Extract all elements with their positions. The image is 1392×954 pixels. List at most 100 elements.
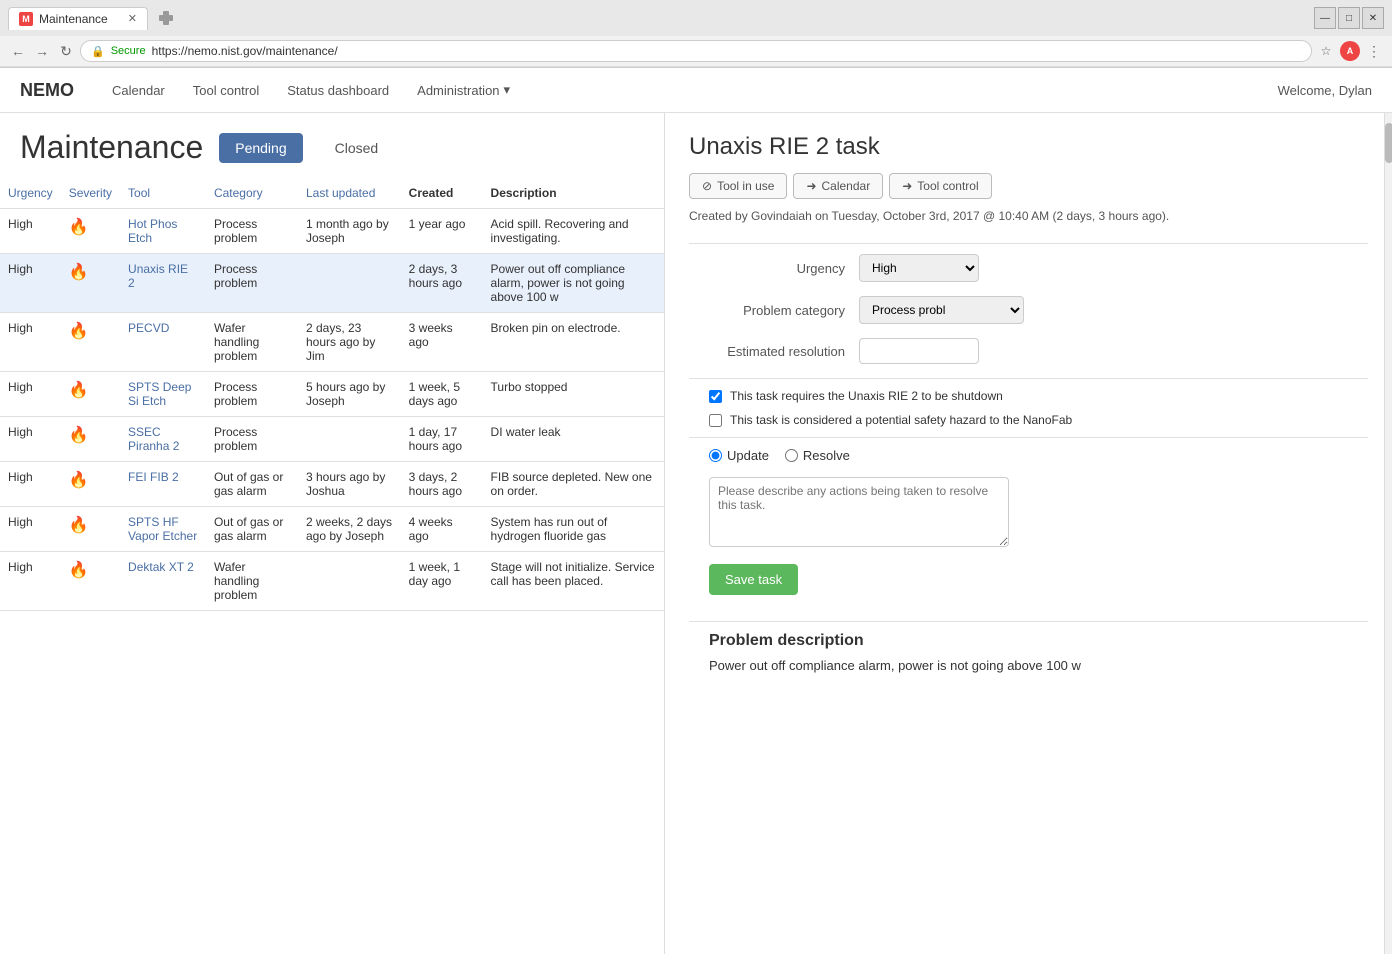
update-textarea[interactable] <box>709 477 1009 547</box>
urgency-label: Urgency <box>689 261 859 276</box>
row-description: Power out off compliance alarm, power is… <box>483 254 664 313</box>
nav-tool-control[interactable]: Tool control <box>179 77 273 104</box>
estimated-resolution-input[interactable] <box>859 338 979 364</box>
tab-close-button[interactable]: ✕ <box>128 12 137 25</box>
update-radio-option[interactable]: Update <box>709 448 769 463</box>
browser-titlebar: M Maintenance ✕ — □ ✕ <box>0 0 1392 36</box>
tool-control-button[interactable]: ➜ Tool control <box>889 173 991 199</box>
row-description: FIB source depleted. New one on order. <box>483 462 664 507</box>
save-task-button[interactable]: Save task <box>709 564 798 595</box>
safety-hazard-checkbox[interactable] <box>709 414 722 427</box>
resolve-radio[interactable] <box>785 449 798 462</box>
row-description: Turbo stopped <box>483 372 664 417</box>
back-button[interactable]: ← <box>8 41 28 61</box>
row-urgency: High <box>0 209 61 254</box>
row-severity: 🔥 <box>61 313 120 372</box>
pending-button[interactable]: Pending <box>219 133 302 163</box>
checkbox1-row: This task requires the Unaxis RIE 2 to b… <box>709 389 1368 403</box>
adblock-icon: A <box>1340 41 1360 61</box>
update-label: Update <box>727 448 769 463</box>
row-tool: Dektak XT 2 <box>120 552 206 611</box>
row-created: 1 day, 17 hours ago <box>401 417 483 462</box>
table-row[interactable]: High 🔥 FEI FIB 2 Out of gas or gas alarm… <box>0 462 664 507</box>
page-title: Maintenance <box>20 129 203 166</box>
row-description: DI water leak <box>483 417 664 462</box>
shutdown-checkbox[interactable] <box>709 390 722 403</box>
arrow-tool-icon: ➜ <box>902 179 912 193</box>
row-created: 3 days, 2 hours ago <box>401 462 483 507</box>
problem-desc-text: Power out off compliance alarm, power is… <box>709 658 1368 673</box>
col-tool: Tool <box>120 178 206 209</box>
bookmark-button[interactable]: ☆ <box>1316 41 1336 61</box>
urgency-select[interactable]: High Medium Low <box>859 254 979 282</box>
row-category: Wafer handling problem <box>206 552 298 611</box>
calendar-button[interactable]: ➜ Calendar <box>793 173 883 199</box>
tab-title: Maintenance <box>39 12 108 26</box>
scrollbar-track[interactable] <box>1384 113 1392 954</box>
task-title: Unaxis RIE 2 task <box>689 133 1368 161</box>
update-radio[interactable] <box>709 449 722 462</box>
resolve-radio-option[interactable]: Resolve <box>785 448 850 463</box>
col-urgency: Urgency <box>0 178 61 209</box>
textarea-wrap <box>709 477 1368 550</box>
table-row[interactable]: High 🔥 Hot Phos Etch Process problem 1 m… <box>0 209 664 254</box>
col-last-updated: Last updated <box>298 178 401 209</box>
tool-in-use-label: Tool in use <box>717 179 774 193</box>
browser-chrome: M Maintenance ✕ — □ ✕ ← → ↻ 🔒 Secure htt… <box>0 0 1392 68</box>
browser-tab[interactable]: M Maintenance ✕ <box>8 7 148 30</box>
row-category: Out of gas or gas alarm <box>206 507 298 552</box>
table-row[interactable]: High 🔥 PECVD Wafer handling problem 2 da… <box>0 313 664 372</box>
table-row[interactable]: High 🔥 SPTS Deep Si Etch Process problem… <box>0 372 664 417</box>
table-row[interactable]: High 🔥 SSEC Piranha 2 Process problem 1 … <box>0 417 664 462</box>
estimated-resolution-label: Estimated resolution <box>689 344 859 359</box>
nav-administration-label: Administration <box>417 83 499 98</box>
secure-label: Secure <box>111 45 146 57</box>
row-severity: 🔥 <box>61 552 120 611</box>
problem-category-row: Problem category Process probl Wafer han… <box>689 296 1368 324</box>
nav-administration[interactable]: Administration ▾ <box>403 76 524 104</box>
estimated-resolution-row: Estimated resolution <box>689 338 1368 364</box>
maintenance-table: Urgency Severity Tool Category Last upda… <box>0 178 664 611</box>
nav-calendar[interactable]: Calendar <box>98 77 179 104</box>
new-tab-button[interactable] <box>154 6 178 30</box>
problem-desc-title: Problem description <box>709 632 1368 650</box>
row-last-updated: 5 hours ago by Joseph <box>298 372 401 417</box>
maximize-button[interactable]: □ <box>1338 7 1360 29</box>
right-panel: Unaxis RIE 2 task ⊘ Tool in use ➜ Calend… <box>665 113 1392 954</box>
nav-status-dashboard[interactable]: Status dashboard <box>273 77 403 104</box>
row-tool: SPTS HF Vapor Etcher <box>120 507 206 552</box>
row-severity: 🔥 <box>61 372 120 417</box>
table-row[interactable]: High 🔥 Unaxis RIE 2 Process problem 2 da… <box>0 254 664 313</box>
tool-in-use-button[interactable]: ⊘ Tool in use <box>689 173 787 199</box>
table-row[interactable]: High 🔥 Dektak XT 2 Wafer handling proble… <box>0 552 664 611</box>
problem-category-select[interactable]: Process probl Wafer handling problem Out… <box>859 296 1024 324</box>
url-bar[interactable]: 🔒 Secure https://nemo.nist.gov/maintenan… <box>80 40 1312 62</box>
resolve-label: Resolve <box>803 448 850 463</box>
row-tool: FEI FIB 2 <box>120 462 206 507</box>
table-container[interactable]: Urgency Severity Tool Category Last upda… <box>0 178 664 954</box>
app-navbar: NEMO Calendar Tool control Status dashbo… <box>0 68 1392 113</box>
tab-favicon: M <box>19 12 33 26</box>
left-panel: Maintenance Pending Closed Urgency Sever… <box>0 113 665 954</box>
menu-button[interactable]: ⋮ <box>1364 41 1384 61</box>
row-tool: Unaxis RIE 2 <box>120 254 206 313</box>
row-last-updated: 1 month ago by Joseph <box>298 209 401 254</box>
forward-button[interactable]: → <box>32 41 52 61</box>
row-created: 1 year ago <box>401 209 483 254</box>
scrollbar-thumb[interactable] <box>1385 123 1392 163</box>
radio-row: Update Resolve <box>709 448 1368 463</box>
main-container: Maintenance Pending Closed Urgency Sever… <box>0 113 1392 954</box>
browser-controls: ← → ↻ 🔒 Secure https://nemo.nist.gov/mai… <box>0 36 1392 67</box>
row-severity: 🔥 <box>61 462 120 507</box>
row-description: Acid spill. Recovering and investigating… <box>483 209 664 254</box>
closed-button[interactable]: Closed <box>319 133 395 163</box>
refresh-button[interactable]: ↻ <box>56 41 76 61</box>
welcome-text: Welcome, Dylan <box>1278 83 1372 98</box>
problem-category-label: Problem category <box>689 303 859 318</box>
minimize-button[interactable]: — <box>1314 7 1336 29</box>
row-created: 3 weeks ago <box>401 313 483 372</box>
close-button[interactable]: ✕ <box>1362 7 1384 29</box>
ban-icon: ⊘ <box>702 179 712 193</box>
row-created: 4 weeks ago <box>401 507 483 552</box>
table-row[interactable]: High 🔥 SPTS HF Vapor Etcher Out of gas o… <box>0 507 664 552</box>
